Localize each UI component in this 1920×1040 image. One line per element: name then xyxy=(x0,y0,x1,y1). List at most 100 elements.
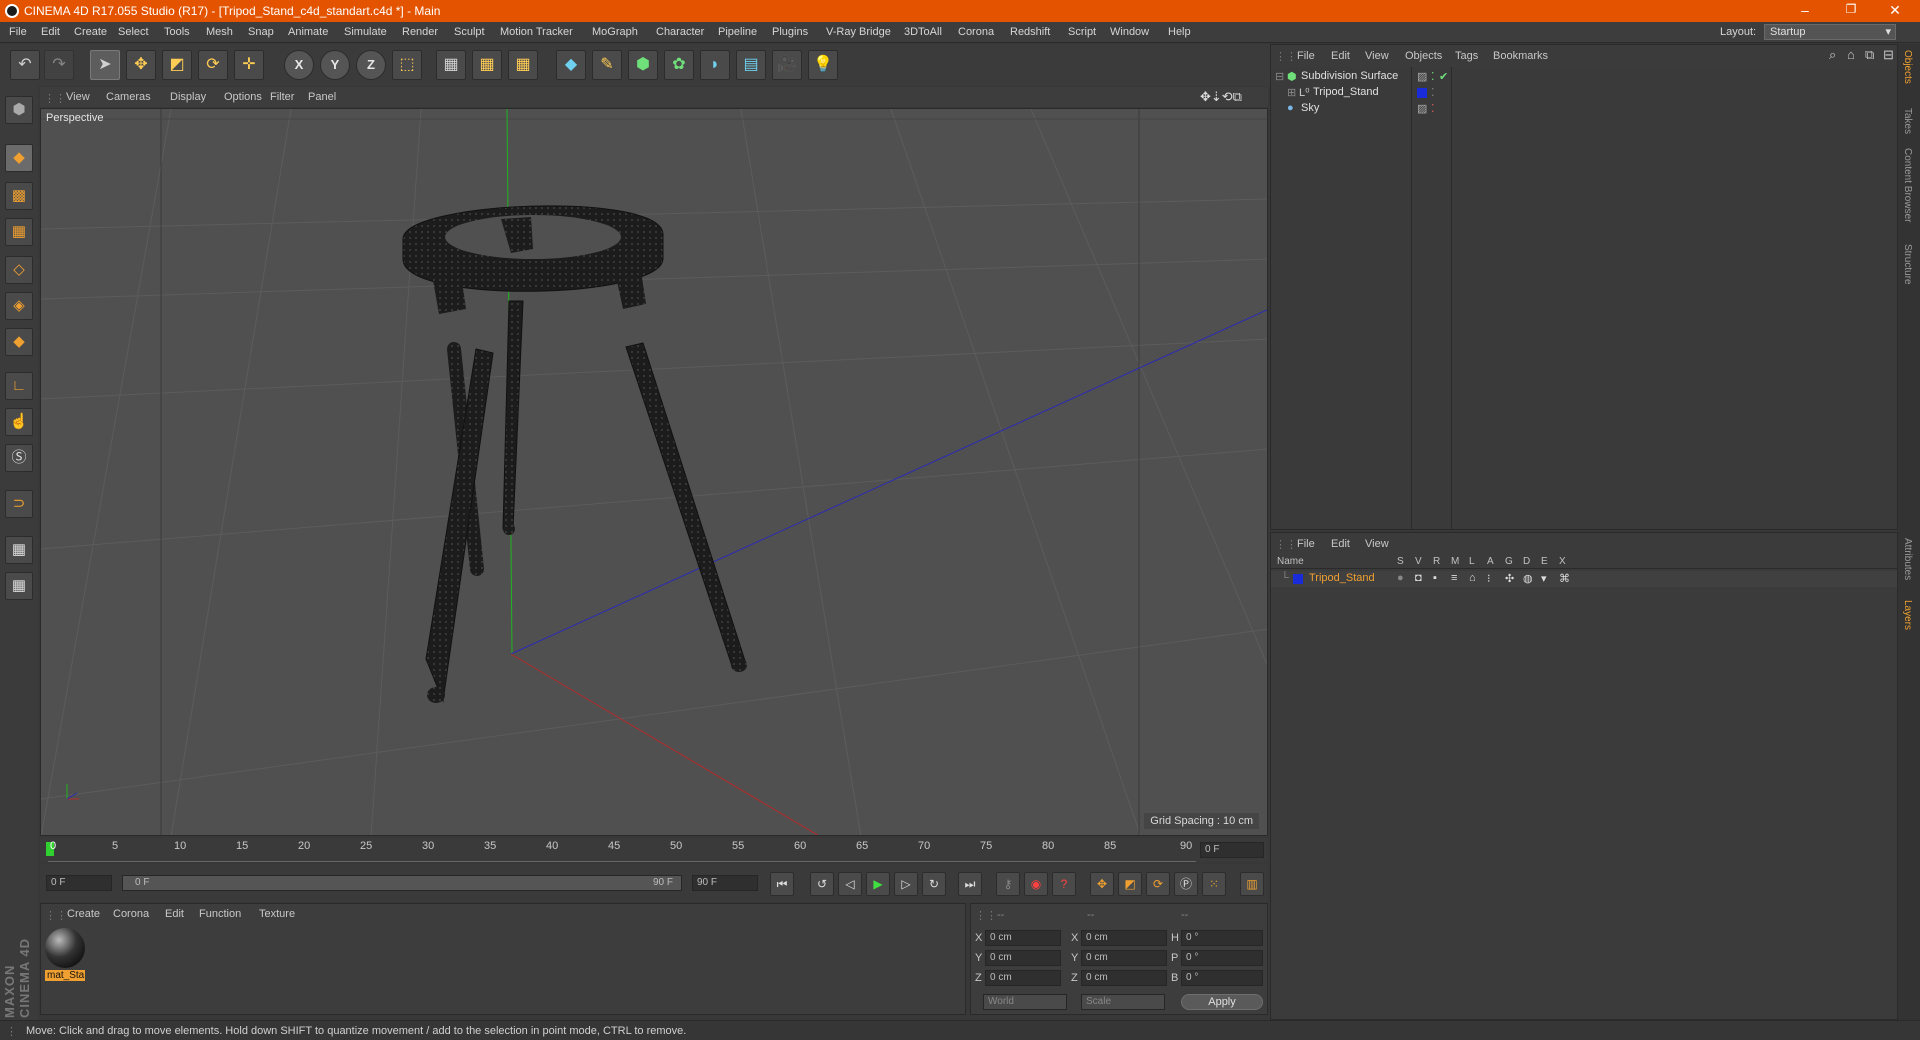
floor-scene-icon[interactable]: ▤ xyxy=(736,50,766,80)
menu-redshift[interactable]: Redshift xyxy=(1010,26,1050,38)
menu-corona[interactable]: Corona xyxy=(958,26,994,38)
z-axis-lock-icon[interactable]: Z xyxy=(356,50,386,80)
size-mode-select[interactable]: Scale xyxy=(1081,994,1165,1010)
menu-sculpt[interactable]: Sculpt xyxy=(454,26,485,38)
material-swatch[interactable]: mat_Sta xyxy=(45,928,85,986)
points-mode-icon[interactable]: ◇ xyxy=(5,256,33,284)
visibility-dots-icon[interactable]: ⁚ xyxy=(1431,70,1435,83)
layout-select[interactable]: Startup ▾ xyxy=(1764,24,1896,40)
xref-toggle-icon[interactable]: ⌘ xyxy=(1559,572,1570,585)
manager-toggle-icon[interactable]: ≡ xyxy=(1451,572,1457,584)
next-key-icon[interactable]: ↻ xyxy=(922,872,946,896)
tab-attributes[interactable]: Attributes xyxy=(1902,538,1913,580)
viewport-menu-view[interactable]: View xyxy=(66,91,90,103)
move-tool-icon[interactable]: ✥ xyxy=(126,50,156,80)
axis-mode-icon[interactable]: ∟ xyxy=(5,372,33,400)
material-menu-edit[interactable]: Edit xyxy=(165,908,184,920)
layer-color-swatch[interactable] xyxy=(1293,574,1303,584)
goto-start-icon[interactable]: ⏮ xyxy=(770,872,794,896)
home-icon[interactable]: ⌂ xyxy=(1847,47,1855,62)
deformer-toggle-icon[interactable]: ◍ xyxy=(1523,572,1533,585)
camera-icon[interactable]: 🎥 xyxy=(772,50,802,80)
viewport-menu-panel[interactable]: Panel xyxy=(308,91,336,103)
undo-button[interactable]: ↶ xyxy=(10,50,40,80)
collapse-icon[interactable]: ⊟ xyxy=(1883,47,1894,63)
menu-animate[interactable]: Animate xyxy=(288,26,328,38)
key-position-icon[interactable]: ✥ xyxy=(1090,872,1114,896)
visibility-dots-icon[interactable]: ⁚ xyxy=(1431,102,1435,115)
workplane-lock-icon[interactable]: ▦ xyxy=(5,536,33,564)
menu-pipeline[interactable]: Pipeline xyxy=(718,26,757,38)
tab-takes[interactable]: Takes xyxy=(1902,108,1913,134)
menu-snap[interactable]: Snap xyxy=(248,26,274,38)
play-icon[interactable]: ▶ xyxy=(866,872,890,896)
menu-mesh[interactable]: Mesh xyxy=(206,26,233,38)
object-row[interactable]: ● Sky ▨ ⁚ xyxy=(1273,101,1897,117)
tab-layers[interactable]: Layers xyxy=(1902,600,1913,630)
make-editable-icon[interactable]: ⬢ xyxy=(5,96,33,124)
solo-toggle-icon[interactable]: ● xyxy=(1397,572,1404,584)
transform-tool-icon[interactable]: ✛ xyxy=(234,50,264,80)
minimize-button[interactable]: – xyxy=(1790,2,1820,18)
prev-key-icon[interactable]: ↺ xyxy=(810,872,834,896)
coordinate-system-icon[interactable]: ⬚ xyxy=(392,50,422,80)
record-keys-icon[interactable]: ⚷ xyxy=(996,872,1020,896)
coord-system-select[interactable]: World xyxy=(983,994,1067,1010)
menu-edit[interactable]: Edit xyxy=(41,26,60,38)
menu-vray-bridge[interactable]: V-Ray Bridge xyxy=(826,26,891,38)
search-icon[interactable]: ⌕ xyxy=(1829,47,1836,63)
material-menu-create[interactable]: Create xyxy=(67,908,100,920)
position-y-field[interactable]: 0 cm xyxy=(985,950,1061,966)
layer-color-icon[interactable] xyxy=(1417,88,1427,98)
render-toggle-icon[interactable]: ▪ xyxy=(1433,572,1437,584)
expand-toggle-icon[interactable]: ⊞ xyxy=(1287,86,1296,99)
viewport-perspective[interactable]: Perspective Grid Spacing : 10 cm xyxy=(40,108,1268,836)
menu-help[interactable]: Help xyxy=(1168,26,1191,38)
layer-name[interactable]: Tripod_Stand xyxy=(1309,572,1375,584)
rotation-h-field[interactable]: 0 ° xyxy=(1181,930,1263,946)
view-toggle-icon[interactable]: ◘ xyxy=(1415,572,1422,584)
tripod-stand-model[interactable] xyxy=(402,205,747,703)
menu-script[interactable]: Script xyxy=(1068,26,1096,38)
layer-row[interactable]: └ Tripod_Stand ● ◘ ▪ ≡ ⌂ ⁝ ✣ ◍ ▾ ⌘ xyxy=(1271,571,1897,587)
object-menu-bookmarks[interactable]: Bookmarks xyxy=(1493,50,1548,62)
mograph-cloner-icon[interactable]: ✿ xyxy=(664,50,694,80)
rotation-b-field[interactable]: 0 ° xyxy=(1181,970,1263,986)
select-tool-icon[interactable]: ➤ xyxy=(90,50,120,80)
texture-tag-icon[interactable]: ▨ xyxy=(1417,102,1427,115)
object-menu-file[interactable]: File xyxy=(1297,50,1315,62)
deformer-icon[interactable]: ◗ xyxy=(700,50,730,80)
timeline-window-icon[interactable]: ▥ xyxy=(1240,872,1264,896)
viewport-menu-options[interactable]: Options xyxy=(224,91,262,103)
light-icon[interactable]: 💡 xyxy=(808,50,838,80)
key-parameter-icon[interactable]: Ⓟ xyxy=(1174,872,1198,896)
size-z-field[interactable]: 0 cm xyxy=(1081,970,1167,986)
expression-toggle-icon[interactable]: ▾ xyxy=(1541,572,1547,585)
object-menu-edit[interactable]: Edit xyxy=(1331,50,1350,62)
menu-mograph[interactable]: MoGraph xyxy=(592,26,638,38)
material-menu-function[interactable]: Function xyxy=(199,908,241,920)
viewport-menu-display[interactable]: Display xyxy=(170,91,206,103)
rotate-tool-icon[interactable]: ⟳ xyxy=(198,50,228,80)
apply-button[interactable]: Apply xyxy=(1181,994,1263,1010)
prev-frame-icon[interactable]: ◁ xyxy=(838,872,862,896)
polygons-mode-icon[interactable]: ◆ xyxy=(5,328,33,356)
phong-tag-icon[interactable]: ▨ xyxy=(1417,70,1427,83)
key-pla-icon[interactable]: ⁙ xyxy=(1202,872,1226,896)
viewport-nav-icons[interactable]: ✥⇣⟲⧉ xyxy=(1200,89,1242,105)
menu-select[interactable]: Select xyxy=(118,26,149,38)
goto-end-icon[interactable]: ⏭ xyxy=(958,872,982,896)
menu-character[interactable]: Character xyxy=(656,26,704,38)
menu-motion-tracker[interactable]: Motion Tracker xyxy=(500,26,573,38)
viewport-menu-cameras[interactable]: Cameras xyxy=(106,91,151,103)
menu-3dtoall[interactable]: 3DToAll xyxy=(904,26,942,38)
timeline-ruler[interactable]: 0 5 10 15 20 25 30 35 40 45 50 55 60 65 … xyxy=(40,838,1268,862)
restore-button[interactable]: ❐ xyxy=(1836,2,1866,16)
tab-structure[interactable]: Structure xyxy=(1902,244,1913,285)
end-frame-field[interactable]: 90 F xyxy=(692,875,758,891)
render-view-icon[interactable]: ▦ xyxy=(436,50,466,80)
frame-range-slider[interactable]: 0 F 90 F xyxy=(122,875,682,891)
material-menu-texture[interactable]: Texture xyxy=(259,908,295,920)
workplane-mode-icon[interactable]: ▦ xyxy=(5,218,33,246)
solo-mode-icon[interactable]: Ⓢ xyxy=(5,444,33,472)
